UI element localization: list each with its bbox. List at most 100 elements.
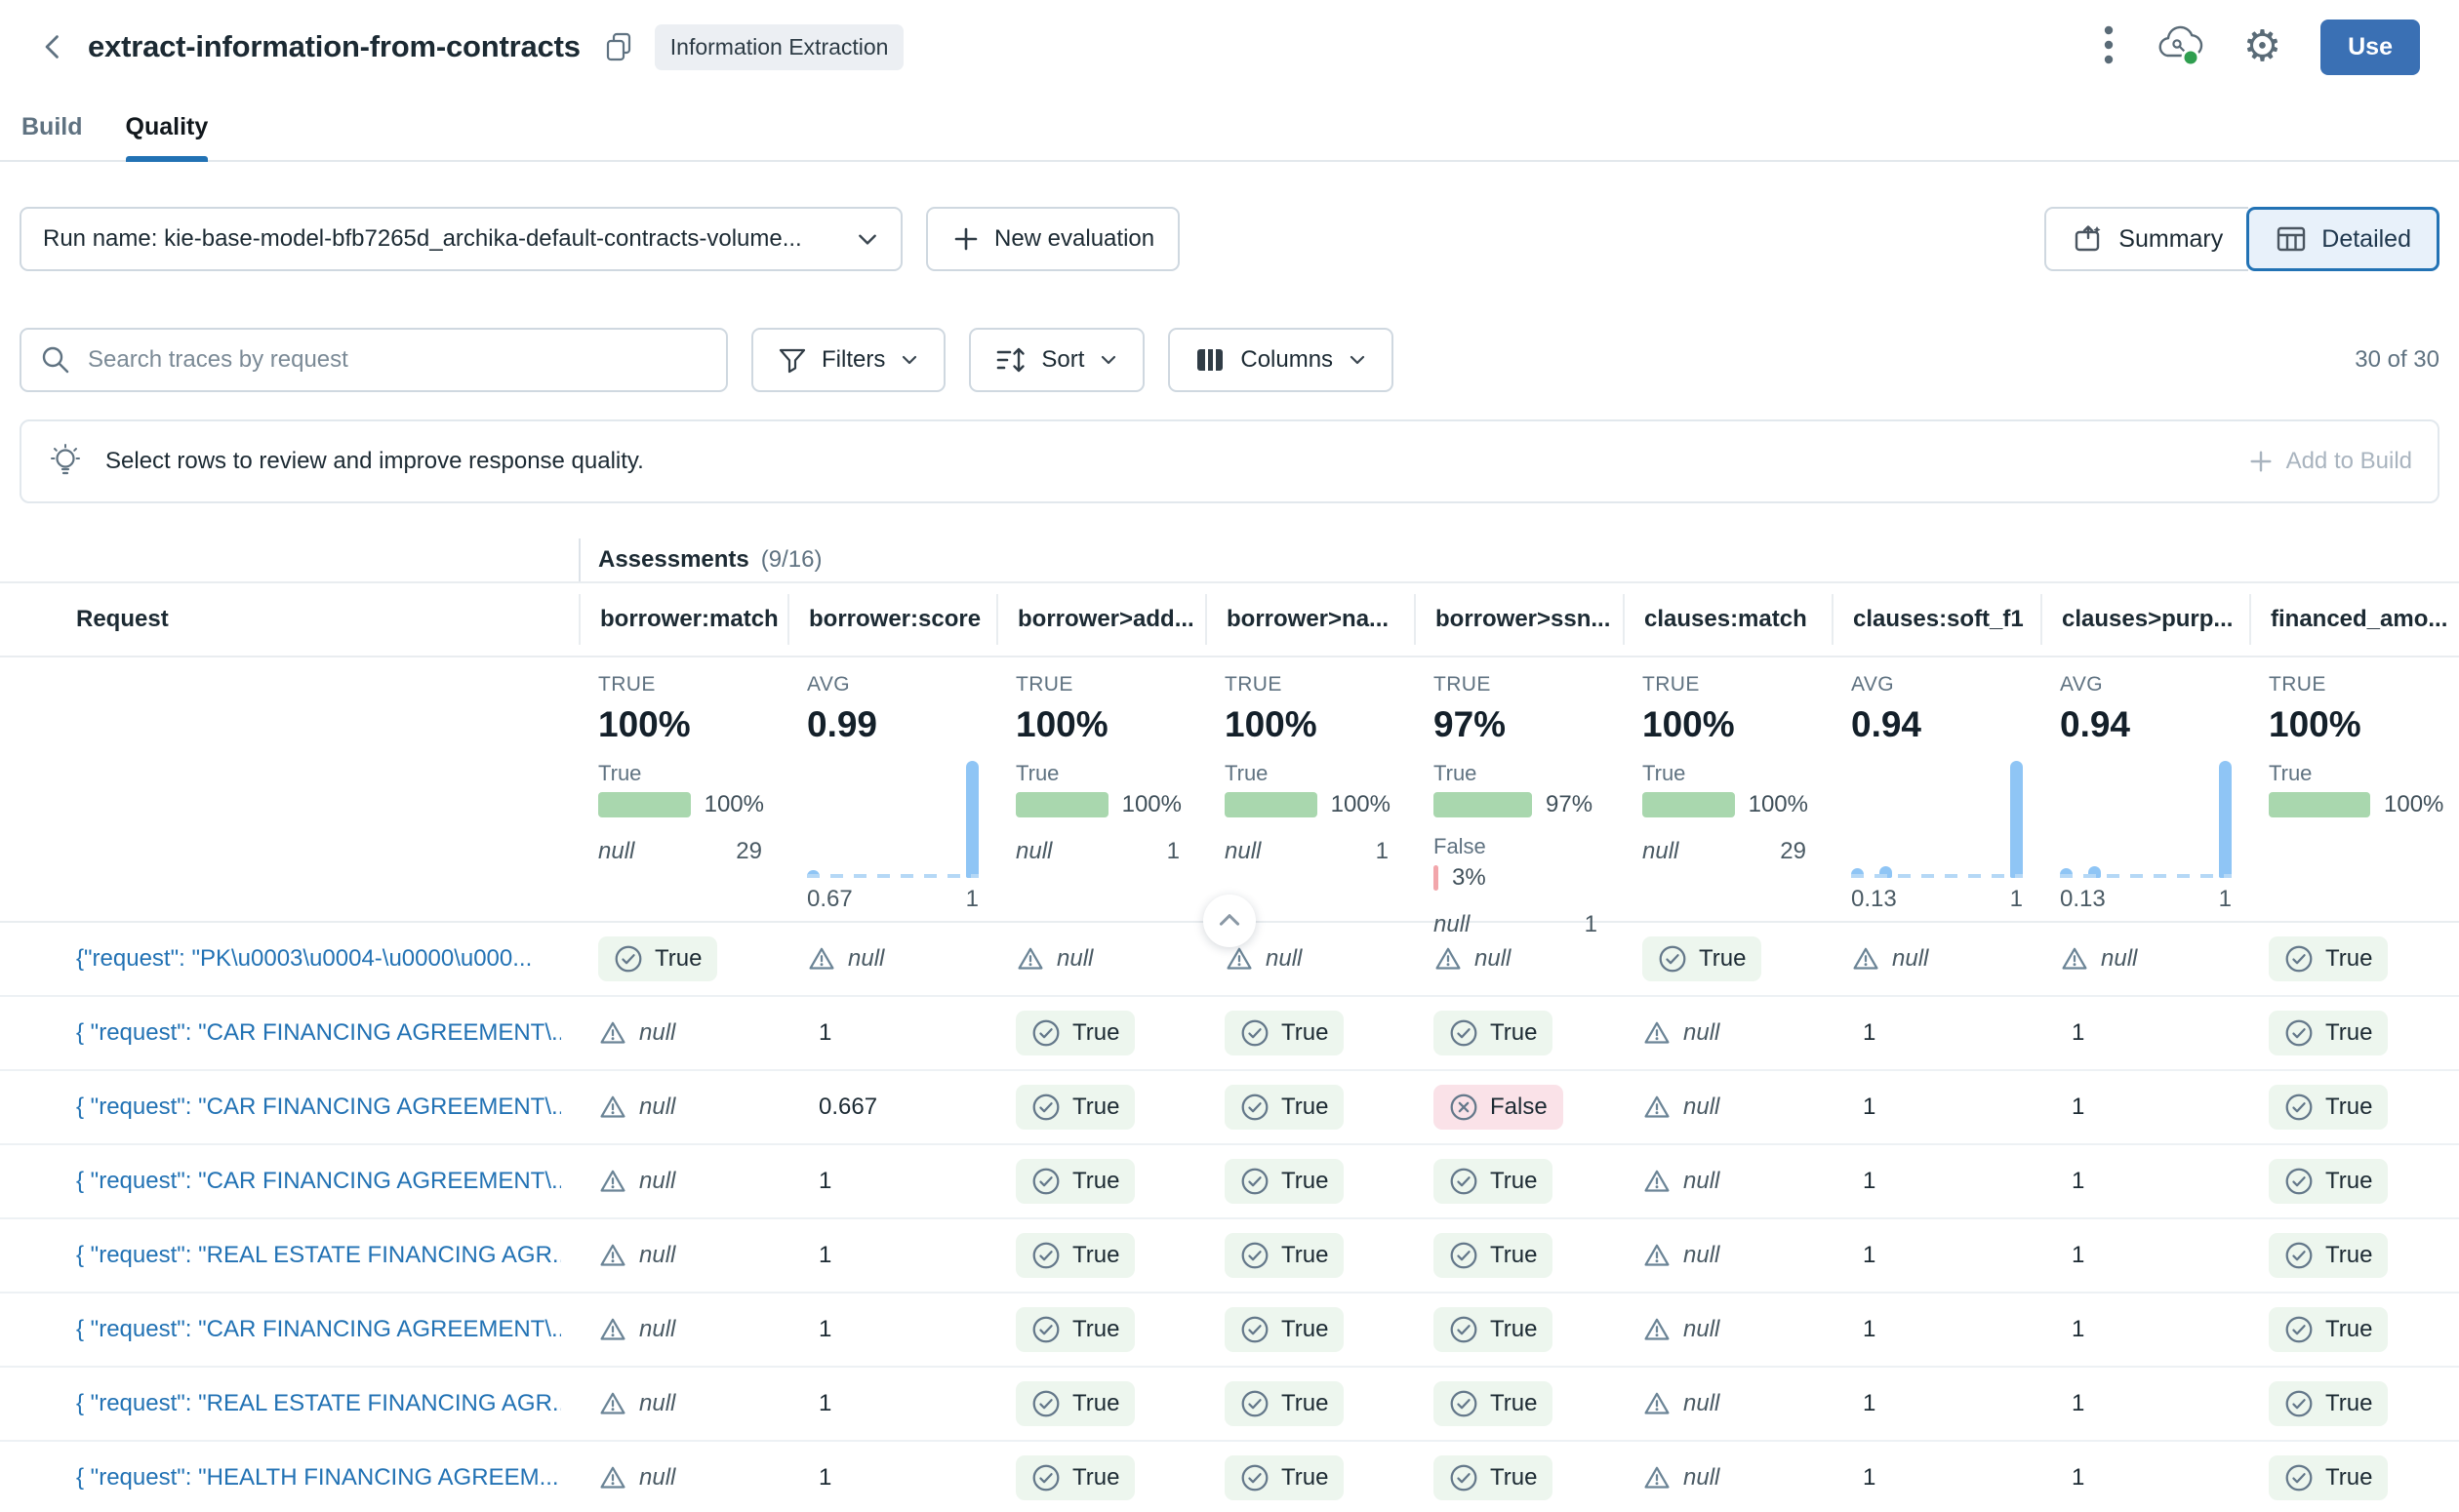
review-banner: Select rows to review and improve respon… — [20, 419, 2439, 503]
run-name-select[interactable]: Run name: kie-base-model-bfb7265d_archik… — [20, 207, 903, 271]
null-value: null — [1433, 944, 1511, 974]
column-header-borrower-match[interactable]: borrower:match — [579, 594, 787, 645]
app-header: extract-information-from-contracts Infor… — [0, 0, 2459, 94]
evaluation-controls: Run name: kie-base-model-bfb7265d_archik… — [20, 207, 2439, 271]
null-value: null — [1225, 944, 1302, 974]
detailed-view-button[interactable]: Detailed — [2246, 207, 2439, 271]
request-link[interactable]: { "request": "CAR FINANCING AGREEMENT\..… — [76, 1168, 561, 1195]
filters-button[interactable]: Filters — [751, 328, 946, 392]
view-toggle: Summary Detailed — [2044, 207, 2439, 271]
null-value: null — [598, 1093, 675, 1122]
check-circle-icon — [1449, 1018, 1478, 1048]
true-badge: True — [2269, 1307, 2388, 1352]
green-status-dot — [2183, 50, 2198, 65]
warning-triangle-icon — [1851, 944, 1880, 974]
true-badge: True — [2269, 1381, 2388, 1426]
sort-button[interactable]: Sort — [969, 328, 1145, 392]
check-circle-icon — [2284, 1167, 2314, 1196]
check-circle-icon — [1449, 1389, 1478, 1418]
score-value: 0.667 — [819, 1094, 877, 1121]
null-value: null — [807, 944, 884, 974]
kebab-menu-button[interactable] — [2103, 22, 2115, 72]
table-row[interactable]: { "request": "REAL ESTATE FINANCING AGR.… — [0, 1368, 2459, 1442]
column-header-borrower-na-[interactable]: borrower>na... — [1205, 594, 1414, 645]
distribution-bar — [598, 792, 691, 817]
summary-view-button[interactable]: Summary — [2044, 207, 2248, 271]
results-table: Assessments (9/16) Request borrower:matc… — [0, 538, 2459, 1512]
request-link[interactable]: { "request": "CAR FINANCING AGREEMENT\..… — [76, 1094, 561, 1121]
request-link[interactable]: { "request": "HEALTH FINANCING AGREEM... — [76, 1464, 559, 1492]
check-circle-icon — [1240, 1167, 1270, 1196]
settings-gear-button[interactable]: ⚙ — [2243, 25, 2281, 68]
null-value: null — [1016, 944, 1093, 974]
null-value: null — [1642, 1093, 1719, 1122]
active-tab-underline — [126, 156, 209, 162]
request-link[interactable]: { "request": "REAL ESTATE FINANCING AGR.… — [76, 1390, 561, 1417]
add-to-build-button[interactable]: Add to Build — [2247, 448, 2412, 475]
table-row[interactable]: { "request": "REAL ESTATE FINANCING AGR.… — [0, 1219, 2459, 1293]
new-evaluation-button[interactable]: New evaluation — [926, 207, 1180, 271]
back-button[interactable] — [39, 32, 68, 61]
true-badge: True — [1016, 1455, 1135, 1500]
columns-button[interactable]: Columns — [1168, 328, 1393, 392]
distribution-bar — [1433, 865, 1438, 891]
copy-icon — [602, 30, 635, 63]
cloud-key-icon — [2154, 22, 2204, 67]
null-value: null — [1851, 944, 1928, 974]
true-badge: True — [1016, 1307, 1135, 1352]
plus-icon — [2247, 448, 2275, 475]
assessments-group-row: Assessments (9/16) — [0, 538, 2459, 583]
filter-bar: Filters Sort Columns 30 of 30 — [20, 328, 2439, 392]
histogram-bar — [2010, 761, 2023, 878]
table-row[interactable]: { "request": "CAR FINANCING AGREEMENT\..… — [0, 1145, 2459, 1219]
true-badge: True — [1433, 1011, 1552, 1055]
sort-icon — [994, 343, 1028, 377]
check-circle-icon — [1031, 1389, 1061, 1418]
score-value: 1 — [2072, 1019, 2084, 1047]
score-histogram: 0.131 — [2060, 759, 2226, 913]
summary-clauses-soft_f1: AVG0.940.131 — [1832, 673, 2040, 938]
column-header-borrower-add-[interactable]: borrower>add... — [996, 594, 1205, 645]
score-value: 1 — [2072, 1464, 2084, 1492]
collapse-summary-button[interactable] — [1203, 895, 1256, 947]
copy-title-button[interactable] — [602, 30, 635, 63]
request-link[interactable]: {"request": "PK\u0003\u0004-\u0000\u000.… — [76, 945, 532, 973]
true-badge: True — [1642, 936, 1761, 981]
column-header-clauses-purp-[interactable]: clauses>purp... — [2040, 594, 2249, 645]
request-link[interactable]: { "request": "CAR FINANCING AGREEMENT\..… — [76, 1019, 561, 1047]
score-value: 1 — [819, 1019, 831, 1047]
column-header-financed_amo-[interactable]: financed_amo... — [2249, 594, 2459, 645]
column-header-clauses-soft_f1[interactable]: clauses:soft_f1 — [1832, 594, 2040, 645]
null-value: null — [1642, 1241, 1719, 1270]
request-link[interactable]: { "request": "CAR FINANCING AGREEMENT\..… — [76, 1316, 561, 1343]
assessments-group-count: (9/16) — [761, 546, 823, 574]
warning-triangle-icon — [598, 1018, 627, 1048]
tab-quality[interactable]: Quality — [126, 94, 209, 160]
score-value: 1 — [1863, 1168, 1875, 1195]
check-circle-icon — [1449, 1315, 1478, 1344]
chevron-down-icon — [1347, 349, 1368, 371]
check-circle-icon — [2284, 1389, 2314, 1418]
true-badge: True — [1225, 1381, 1344, 1426]
column-header-borrower-score[interactable]: borrower:score — [787, 594, 996, 645]
warning-triangle-icon — [1642, 1463, 1672, 1492]
check-circle-icon — [1240, 1093, 1270, 1122]
table-row[interactable]: { "request": "HEALTH FINANCING AGREEM...… — [0, 1442, 2459, 1512]
request-link[interactable]: { "request": "REAL ESTATE FINANCING AGR.… — [76, 1242, 561, 1269]
table-row[interactable]: { "request": "CAR FINANCING AGREEMENT\..… — [0, 1293, 2459, 1368]
null-value: null — [598, 1463, 675, 1492]
warning-triangle-icon — [598, 1463, 627, 1492]
table-row[interactable]: { "request": "CAR FINANCING AGREEMENT\..… — [0, 1071, 2459, 1145]
table-row[interactable]: { "request": "CAR FINANCING AGREEMENT\..… — [0, 997, 2459, 1071]
column-header-clauses-match[interactable]: clauses:match — [1623, 594, 1832, 645]
use-button[interactable]: Use — [2320, 20, 2420, 75]
serving-status-button[interactable] — [2154, 22, 2204, 72]
column-header-borrower-ssn-[interactable]: borrower>ssn... — [1414, 594, 1623, 645]
column-header-request[interactable]: Request — [0, 606, 579, 633]
summary-borrower-score: AVG0.990.671 — [787, 673, 996, 938]
check-circle-icon — [1031, 1018, 1061, 1048]
check-circle-icon — [1658, 944, 1687, 974]
search-input[interactable] — [88, 346, 708, 374]
score-value: 1 — [819, 1390, 831, 1417]
tab-build[interactable]: Build — [21, 94, 83, 160]
